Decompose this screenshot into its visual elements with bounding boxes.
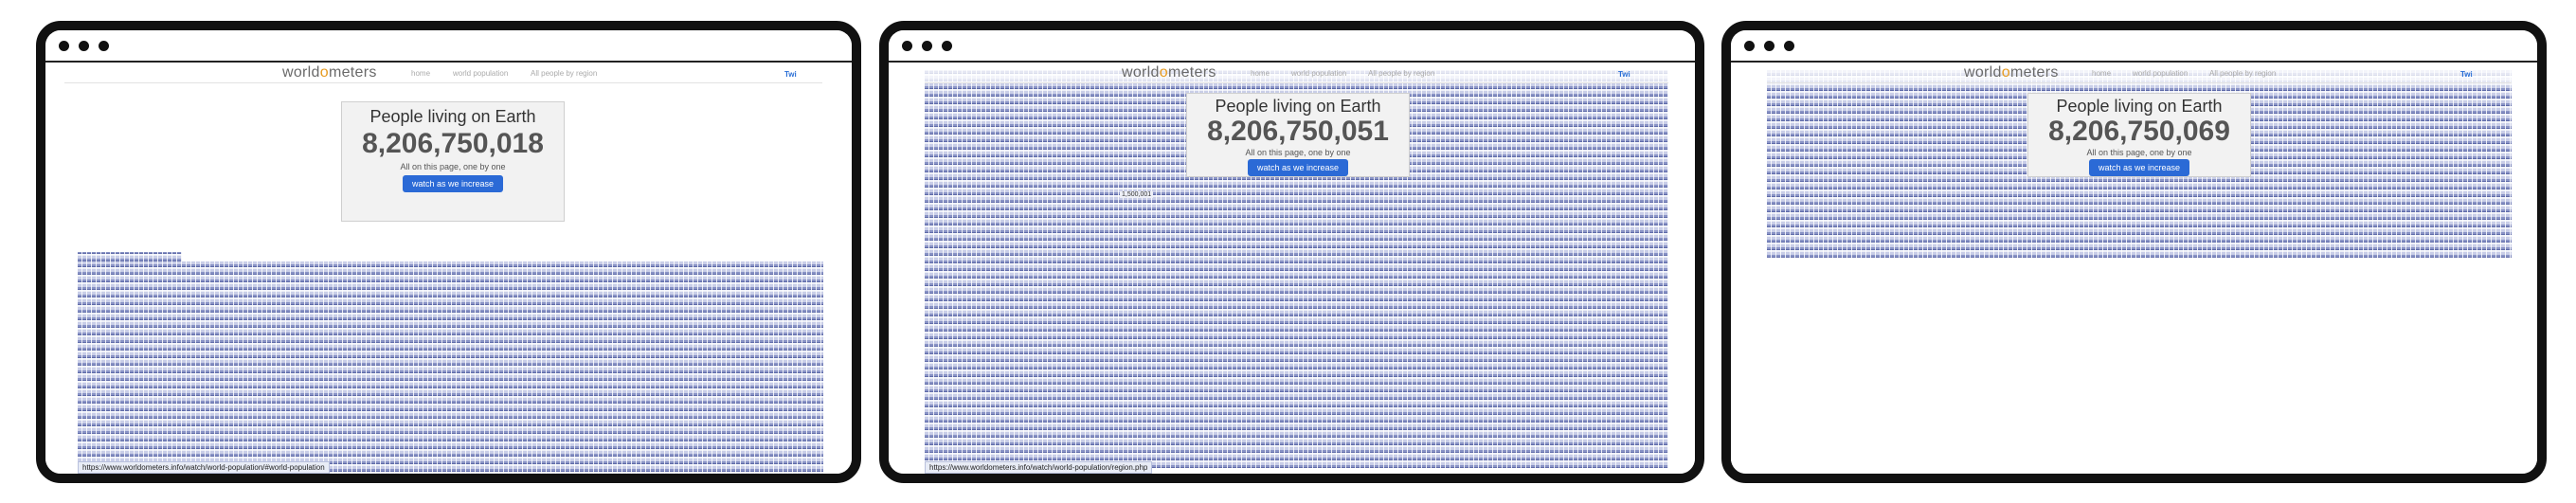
twitter-link[interactable]: Twi bbox=[1618, 70, 1630, 79]
twitter-link[interactable]: Twi bbox=[2460, 70, 2473, 79]
page-viewport: worldometers home world population All p… bbox=[1731, 63, 2537, 474]
browser-window-2: worldometers home world population All p… bbox=[879, 21, 1704, 483]
window-control-dot[interactable] bbox=[59, 41, 69, 51]
nav-world-population[interactable]: world population bbox=[2133, 69, 2188, 78]
person-count-label: 1,500,001 bbox=[1120, 191, 1154, 198]
browser-window-1: worldometers home world population All p… bbox=[36, 21, 861, 483]
counter-title: People living on Earth bbox=[2056, 97, 2223, 116]
window-titlebar bbox=[889, 30, 1695, 63]
worldometers-logo[interactable]: worldometers bbox=[282, 64, 377, 81]
window-control-dot[interactable] bbox=[922, 41, 932, 51]
nav-people-by-region[interactable]: All people by region bbox=[531, 69, 597, 78]
counter-subtitle: All on this page, one by one bbox=[400, 162, 506, 171]
population-counter-panel: People living on Earth 8,206,750,069 All… bbox=[2027, 93, 2251, 177]
window-control-dot[interactable] bbox=[1784, 41, 1794, 51]
window-titlebar bbox=[1731, 30, 2537, 63]
watch-increase-button[interactable]: watch as we increase bbox=[1247, 159, 1349, 176]
window-titlebar bbox=[45, 30, 852, 63]
nav-home[interactable]: home bbox=[2092, 69, 2111, 78]
population-counter-panel: People living on Earth 8,206,750,018 All… bbox=[341, 101, 565, 222]
people-icons-partial-row bbox=[78, 252, 182, 261]
population-number: 8,206,750,069 bbox=[2048, 116, 2230, 147]
page-viewport: worldometers home world population All p… bbox=[45, 63, 852, 474]
window-control-dot[interactable] bbox=[1764, 41, 1774, 51]
browser-window-3: worldometers home world population All p… bbox=[1721, 21, 2547, 483]
counter-title: People living on Earth bbox=[369, 107, 536, 126]
nav-home[interactable]: home bbox=[411, 69, 430, 78]
nav-home[interactable]: home bbox=[1251, 69, 1270, 78]
site-header: worldometers home world population All p… bbox=[925, 63, 1668, 83]
counter-title: People living on Earth bbox=[1215, 97, 1381, 116]
worldometers-logo[interactable]: worldometers bbox=[1122, 64, 1216, 81]
status-bar-url: https://www.worldometers.info/watch/worl… bbox=[78, 461, 330, 474]
people-icons-grid bbox=[78, 261, 823, 474]
site-header: worldometers home world population All p… bbox=[1767, 63, 2512, 83]
window-control-dot[interactable] bbox=[902, 41, 912, 51]
population-counter-panel: People living on Earth 8,206,750,051 All… bbox=[1186, 93, 1410, 177]
counter-subtitle: All on this page, one by one bbox=[2086, 148, 2192, 157]
counter-subtitle: All on this page, one by one bbox=[1245, 148, 1351, 157]
watch-increase-button[interactable]: watch as we increase bbox=[2088, 159, 2190, 176]
status-bar-url: https://www.worldometers.info/watch/worl… bbox=[925, 461, 1153, 474]
watch-increase-button[interactable]: watch as we increase bbox=[402, 175, 504, 192]
window-control-dot[interactable] bbox=[99, 41, 109, 51]
nav-people-by-region[interactable]: All people by region bbox=[1368, 69, 1434, 78]
worldometers-logo[interactable]: worldometers bbox=[1964, 64, 2059, 81]
window-control-dot[interactable] bbox=[1744, 41, 1755, 51]
window-control-dot[interactable] bbox=[942, 41, 952, 51]
twitter-link[interactable]: Twi bbox=[784, 70, 797, 79]
population-number: 8,206,750,051 bbox=[1207, 116, 1389, 147]
nav-world-population[interactable]: world population bbox=[1291, 69, 1346, 78]
window-control-dot[interactable] bbox=[79, 41, 89, 51]
nav-world-population[interactable]: world population bbox=[453, 69, 508, 78]
site-header: worldometers home world population All p… bbox=[64, 63, 822, 83]
population-number: 8,206,750,018 bbox=[362, 128, 544, 159]
nav-people-by-region[interactable]: All people by region bbox=[2209, 69, 2276, 78]
page-viewport: worldometers home world population All p… bbox=[889, 63, 1695, 474]
